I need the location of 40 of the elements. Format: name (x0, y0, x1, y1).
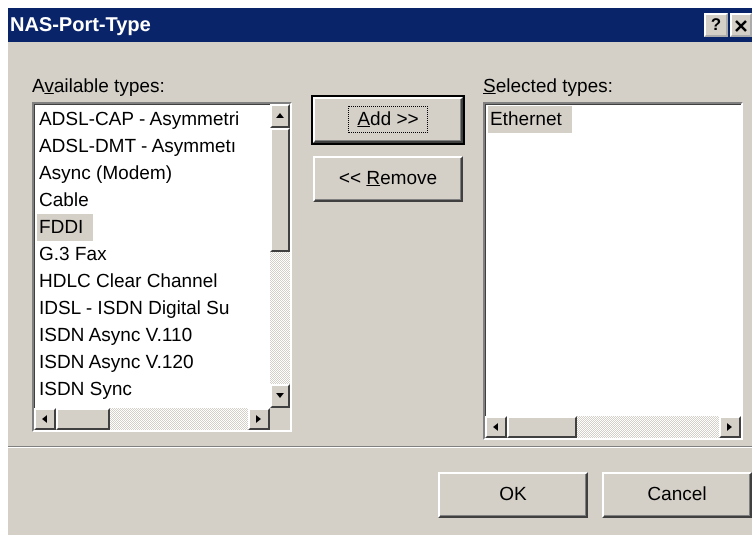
left-arrow-icon (40, 414, 50, 424)
left-arrow-icon (491, 422, 501, 432)
list-item[interactable]: FDDI (37, 214, 94, 241)
window-title: NAS-Port-Type (10, 13, 152, 38)
list-item[interactable]: ISDN Sync (37, 376, 142, 403)
scroll-up-button[interactable] (270, 104, 290, 128)
list-item[interactable]: ISDN Async V.110 (37, 322, 202, 349)
list-item[interactable]: Cable (37, 187, 99, 214)
list-item[interactable]: ADSL-DMT - Asymmetı (37, 133, 246, 160)
scroll-left-button[interactable] (34, 408, 56, 430)
horizontal-scrollbar[interactable] (485, 416, 741, 438)
help-button[interactable]: ? (704, 13, 728, 37)
list-item[interactable]: ADSL-CAP - Asymmetri (37, 106, 250, 133)
cancel-button[interactable]: Cancel (602, 472, 752, 518)
vertical-scrollbar[interactable] (270, 104, 290, 408)
scroll-right-button[interactable] (719, 416, 741, 438)
available-types-list[interactable]: ADSL-CAP - Asymmetri ADSL-DMT - Asymmetı Async (Modem) Cable FDDI G.3 Fax HDLC Clear Channel IDSL - ISDN Digital Su ISDN Async V.110 ISDN Async V.120 ISDN Sync (32, 102, 292, 432)
scrollbar-thumb[interactable] (56, 408, 110, 430)
selected-types-list[interactable]: Ethernet (483, 102, 743, 440)
scrollbar-thumb[interactable] (270, 128, 290, 252)
list-item[interactable]: HDLC Clear Channel (37, 268, 228, 295)
up-arrow-icon (275, 111, 285, 121)
list-item[interactable]: IDSL - ISDN Digital Su (37, 295, 240, 322)
horizontal-scrollbar[interactable] (34, 408, 290, 430)
add-button[interactable]: Add >> (313, 97, 463, 143)
list-item[interactable]: Async (Modem) (37, 160, 182, 187)
close-button[interactable] (730, 13, 752, 37)
scrollbar-corner (270, 408, 290, 430)
scroll-right-button[interactable] (248, 408, 270, 430)
list-item[interactable]: Ethernet (488, 106, 572, 133)
remove-button[interactable]: << Remove (313, 156, 463, 202)
selected-types-label: Selected types: (483, 76, 614, 98)
available-types-label: Available types: (32, 76, 166, 98)
close-icon (734, 18, 748, 33)
list-item[interactable]: G.3 Fax (37, 241, 117, 268)
scroll-left-button[interactable] (485, 416, 507, 438)
scroll-down-button[interactable] (270, 384, 290, 408)
ok-button[interactable]: OK (438, 472, 588, 518)
scrollbar-thumb[interactable] (507, 416, 577, 438)
list-item[interactable]: ISDN Async V.120 (37, 349, 204, 376)
